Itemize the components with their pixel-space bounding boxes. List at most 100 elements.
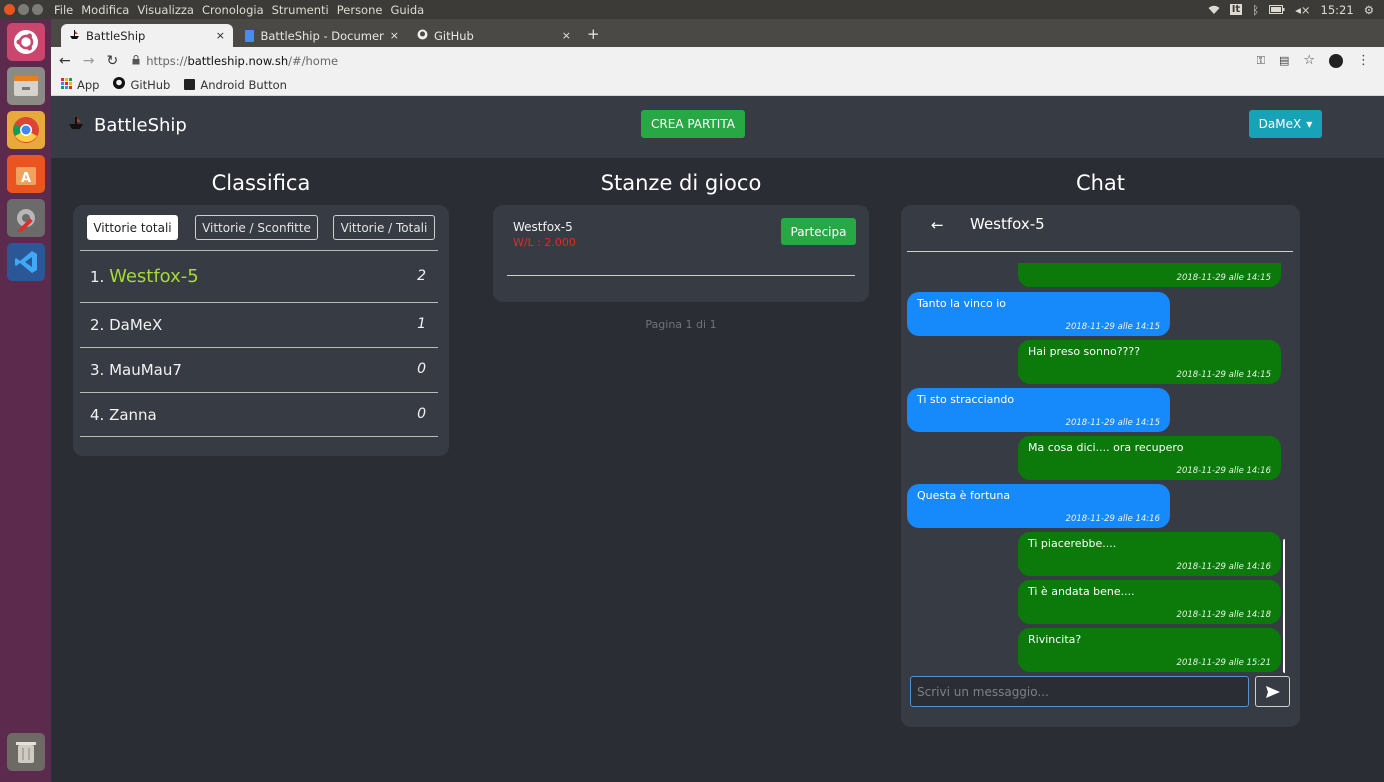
chat-message: Ma cosa dici.... ora recupero 2018-11-29… (1018, 436, 1281, 480)
message-text: Ti è andata bene.... (1028, 585, 1135, 598)
clock[interactable]: 15:21 (1321, 3, 1354, 17)
chat-message: Ti piacerebbe.... 2018-11-29 alle 14:16 (1018, 532, 1281, 576)
menu-strumenti[interactable]: Strumenti (272, 3, 329, 17)
close-tab-icon[interactable]: × (390, 29, 399, 42)
message-text: Ma cosa dici.... ora recupero (1028, 441, 1184, 454)
bookmark-label: Android Button (200, 77, 287, 92)
tab-label: GitHub (434, 28, 474, 43)
send-button[interactable] (1255, 676, 1290, 707)
github-favicon-icon (417, 29, 428, 43)
leaderboard-row[interactable]: 1. Westfox-5 2 (80, 250, 438, 302)
ubuntu-dash-icon[interactable] (7, 23, 45, 61)
create-game-button[interactable]: CREA PARTITA (641, 110, 745, 138)
brand[interactable]: BattleShip (68, 115, 187, 136)
os-top-panel: File Modifica Visualizza Cronologia Stru… (0, 0, 1384, 19)
brand-name: BattleShip (94, 115, 187, 136)
player-score: 0 (417, 361, 426, 377)
chrome-icon[interactable] (7, 111, 45, 149)
message-text: Hai preso sonno???? (1028, 345, 1141, 358)
bookmark-app[interactable]: App (61, 77, 99, 92)
translate-icon[interactable]: ▤ (1279, 54, 1289, 67)
bookmark-android-button[interactable]: Android Button (184, 78, 287, 92)
menu-guida[interactable]: Guida (390, 3, 424, 17)
message-time: 2018-11-29 alle 14:16 (1176, 562, 1271, 572)
leaderboard-title: Classifica (211, 171, 311, 195)
new-tab-button[interactable]: + (587, 25, 600, 43)
join-room-button[interactable]: Partecipa (781, 218, 856, 245)
keyboard-layout-indicator[interactable]: It (1229, 4, 1243, 15)
send-icon (1265, 685, 1280, 698)
back-arrow-icon[interactable]: ← (59, 53, 71, 69)
message-time: 2018-11-29 alle 14:16 (1176, 466, 1271, 476)
more-menu-icon[interactable]: ⋮ (1357, 53, 1370, 68)
wifi-icon[interactable] (1208, 5, 1220, 15)
battleship-logo-icon (68, 115, 84, 136)
rooms-pagination: Pagina 1 di 1 (645, 318, 717, 331)
chat-scrollbar[interactable] (1283, 539, 1285, 673)
menu-persone[interactable]: Persone (337, 3, 383, 17)
system-settings-icon[interactable] (7, 199, 45, 237)
message-input[interactable] (910, 676, 1249, 707)
filter-wins-total[interactable]: Vittorie / Totali (333, 215, 435, 240)
room-ratio: W/L : 2.000 (513, 236, 576, 249)
key-icon[interactable]: ⚿ (1257, 54, 1265, 68)
leaderboard-row[interactable]: 3. MauMau7 0 (80, 347, 438, 392)
rooms-title: Stanze di gioco (600, 171, 762, 195)
filter-wins-losses[interactable]: Vittorie / Sconfitte (195, 215, 318, 240)
bookmark-github[interactable]: GitHub (113, 77, 170, 92)
room-name: Westfox-5 (513, 220, 573, 234)
user-dropdown-button[interactable]: DaMeX ▼ (1249, 110, 1322, 138)
profile-avatar-icon[interactable] (1329, 53, 1343, 68)
bookmark-label: GitHub (130, 77, 171, 92)
vscode-icon[interactable] (7, 243, 45, 281)
battleship-app: BattleShip CREA PARTITA DaMeX ▼ Classifi… (51, 96, 1384, 782)
message-text: Ti sto stracciando (917, 393, 1015, 406)
tab-label: BattleShip - Documenti G (260, 28, 384, 43)
chat-opponent-name: Westfox-5 (970, 215, 1045, 233)
player-score: 1 (417, 316, 426, 332)
software-center-icon[interactable]: A (7, 155, 45, 193)
url-host: battleship.now.sh (187, 53, 289, 68)
menu-modifica[interactable]: Modifica (81, 3, 129, 17)
tab-github[interactable]: GitHub × (409, 24, 579, 47)
chat-message: Ti sto stracciando 2018-11-29 alle 14:15 (907, 388, 1170, 432)
trash-icon[interactable] (7, 733, 45, 771)
forward-arrow-icon[interactable]: → (83, 53, 95, 69)
app-menu: File Modifica Visualizza Cronologia Stru… (54, 3, 424, 17)
battery-icon[interactable] (1269, 5, 1285, 14)
leader-name: Westfox-5 (109, 266, 199, 287)
files-icon[interactable] (7, 67, 45, 105)
tab-battleship[interactable]: BattleShip × (61, 24, 233, 47)
close-tab-icon[interactable]: × (216, 29, 225, 42)
url-path: /#/home (288, 53, 339, 68)
back-arrow-button[interactable]: ← (931, 216, 944, 234)
reload-icon[interactable]: ↻ (106, 53, 118, 69)
close-tab-icon[interactable]: × (562, 29, 571, 42)
filter-total-wins[interactable]: Vittorie totali (87, 215, 178, 240)
message-time: 2018-11-29 alle 14:15 (1176, 370, 1271, 380)
caret-down-icon: ▼ (1306, 119, 1313, 129)
player-score: 0 (417, 406, 426, 422)
minimize-window-icon[interactable] (18, 4, 29, 15)
tab-documenti[interactable]: BattleShip - Documenti G × (237, 24, 407, 47)
menu-visualizza[interactable]: Visualizza (137, 3, 194, 17)
bluetooth-icon[interactable]: ᛒ (1252, 3, 1259, 17)
settings-gear-icon[interactable]: ⚙ (1364, 3, 1374, 17)
menu-file[interactable]: File (54, 3, 73, 17)
maximize-window-icon[interactable] (32, 4, 43, 15)
close-window-icon[interactable] (4, 4, 15, 15)
app-navbar: BattleShip CREA PARTITA DaMeX ▼ (51, 96, 1384, 158)
star-icon[interactable]: ☆ (1303, 53, 1315, 68)
chat-message: 2018-11-29 alle 14:15 (1018, 263, 1281, 287)
menu-cronologia[interactable]: Cronologia (202, 3, 264, 17)
player-score: 2 (417, 268, 426, 284)
url-field[interactable]: https:// battleship.now.sh /#/home (146, 54, 338, 68)
room-item: Westfox-5 W/L : 2.000 Partecipa (507, 205, 856, 276)
leaderboard-row[interactable]: 2. DaMeX 1 (80, 302, 438, 347)
system-tray: It ᛒ ◂× 15:21 ⚙ (1208, 3, 1384, 17)
leaderboard-panel: Vittorie totali Vittorie / Sconfitte Vit… (73, 205, 449, 456)
chat-messages[interactable]: 2018-11-29 alle 14:15 Tanto la vinco io … (907, 263, 1285, 673)
chat-title: Chat (1075, 171, 1126, 195)
leaderboard-row[interactable]: 4. Zanna 0 (80, 392, 438, 437)
volume-icon[interactable]: ◂× (1295, 3, 1310, 17)
